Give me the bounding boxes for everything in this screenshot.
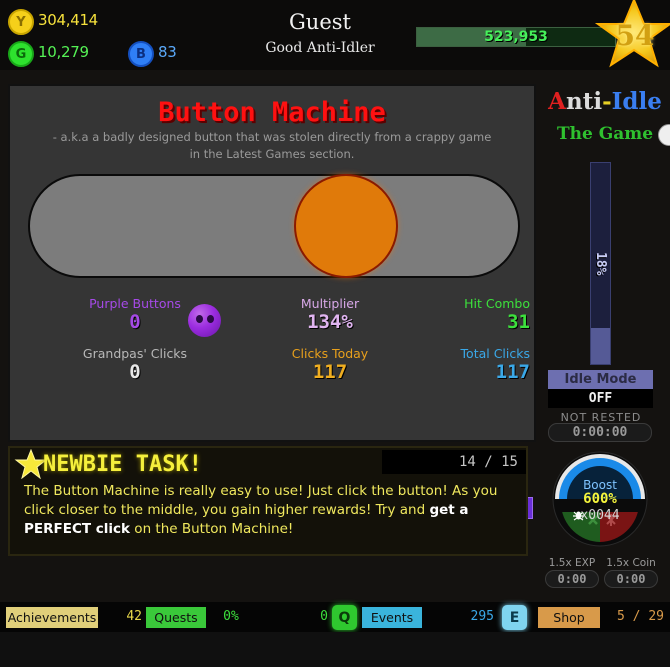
stat-clicks-today: Clicks Today 117 xyxy=(265,346,395,383)
yellow-coin-value: 304,414 xyxy=(38,11,98,29)
stat-value: 117 xyxy=(495,361,530,383)
stat-label: Grandpas' Clicks xyxy=(82,346,188,361)
green-coin-icon: G xyxy=(8,41,34,67)
top-status-bar: Y 304,414 G 10,279 B 83 Guest Good Anti-… xyxy=(0,0,670,70)
idle-mode-toggle[interactable]: Idle Mode OFF xyxy=(548,370,653,408)
quest-badge-icon[interactable]: Q xyxy=(332,605,357,630)
task-title: NEWBIE TASK! xyxy=(43,452,202,477)
debug-bar: FPS 40 Date & Time 2019-05-09 22:58 Stat… xyxy=(0,632,670,667)
boost-count: x0044 xyxy=(580,508,620,523)
achievements-button[interactable]: Achievements xyxy=(6,607,98,628)
level-star-badge: 54 xyxy=(590,0,670,70)
logo-idle: Idle xyxy=(611,88,662,115)
boost-label: Boost xyxy=(583,478,617,492)
xp-value: 523,953 xyxy=(484,29,548,45)
level-number: 54 xyxy=(615,18,655,52)
stat-value: 0 xyxy=(129,361,141,383)
green-coin-value: 10,279 xyxy=(38,43,89,61)
stat-grandpas-clicks: Grandpas' Clicks 0 xyxy=(65,346,205,383)
stat-label: Multiplier xyxy=(300,296,360,311)
idle-mode-label: Idle Mode xyxy=(548,370,653,389)
shop-button-status[interactable]: Shop xyxy=(538,607,600,628)
machine-button[interactable] xyxy=(293,174,398,278)
idle-mode-state: OFF xyxy=(588,391,613,406)
shop-value: 5 / 29 xyxy=(617,609,664,624)
quests-button[interactable]: Quests xyxy=(146,607,206,628)
newbie-task-panel: NEWBIE TASK! 14 / 15 The Button Machine … xyxy=(8,446,528,556)
boost-value: 600% xyxy=(583,491,617,507)
game-window: Y 304,414 G 10,279 B 83 Guest Good Anti-… xyxy=(0,0,670,667)
stat-value: 117 xyxy=(312,361,348,383)
player-title: Good Anti-Idler xyxy=(265,40,375,56)
stat-label: Total Clicks xyxy=(460,346,530,361)
quests-value: 0 xyxy=(320,609,328,624)
button-machine-track[interactable] xyxy=(28,174,520,278)
subtitle-line-1: - a.k.a a badly designed button that was… xyxy=(52,130,492,144)
bottom-status-bar: Achievements 42 Quests 0% 0 Q Events 295… xyxy=(0,602,670,632)
subtitle-line-2: in the Latest Games section. xyxy=(189,147,355,161)
stat-label: Hit Combo xyxy=(464,296,530,311)
page-subtitle: - a.k.a a badly designed button that was… xyxy=(10,129,534,163)
page-title: Button Machine xyxy=(158,97,386,128)
game-logo: Anti-Idle xyxy=(545,88,665,115)
coin-boost-label: 1.5x Coin xyxy=(606,557,656,569)
button-machine-panel: Button Machine - a.k.a a badly designed … xyxy=(8,84,536,519)
logo-dash: - xyxy=(602,88,612,115)
blue-coin-value: 83 xyxy=(158,43,177,61)
stat-purple-buttons: Purple Buttons 0 xyxy=(70,296,200,333)
purple-button-icon xyxy=(188,304,221,337)
player-name: Guest xyxy=(289,10,351,34)
stat-total-clicks: Total Clicks 117 xyxy=(400,346,530,383)
task-counter: 14 / 15 xyxy=(458,454,518,470)
events-button[interactable]: Events xyxy=(362,607,422,628)
game-logo-subtitle: The Game xyxy=(556,124,654,144)
achievements-value: 42 xyxy=(126,609,142,624)
logo-letter-a: A xyxy=(548,88,566,115)
stat-value: 31 xyxy=(507,311,530,333)
stat-label: Clicks Today xyxy=(291,346,369,361)
stat-value: 0 xyxy=(129,311,141,333)
stat-label: Purple Buttons xyxy=(89,296,181,311)
idle-percent-label: 18% xyxy=(593,251,608,276)
blue-coin-icon: B xyxy=(128,41,154,67)
yellow-coin-icon: Y xyxy=(8,9,34,35)
stat-hit-combo: Hit Combo 31 xyxy=(400,296,530,333)
xp-progress-bar[interactable]: 523,953 xyxy=(416,27,616,47)
events-value: 295 xyxy=(470,609,494,624)
coin-boost-timer: 0:00 xyxy=(604,570,658,588)
exp-boost-timer: 0:00 xyxy=(545,570,599,588)
event-badge-icon[interactable]: E xyxy=(502,605,527,630)
stat-value: 134% xyxy=(307,311,353,333)
boost-gauge[interactable]: Boost 600% x0044 xyxy=(551,450,649,548)
task-description: The Button Machine is really easy to use… xyxy=(24,483,498,537)
exp-boost-label: 1.5x EXP xyxy=(548,557,596,569)
logo-nti: nti xyxy=(566,88,603,115)
stat-multiplier: Multiplier 134% xyxy=(265,296,395,333)
rested-timer: 0:00:00 xyxy=(548,423,652,442)
quests-percent: 0% xyxy=(223,609,239,624)
